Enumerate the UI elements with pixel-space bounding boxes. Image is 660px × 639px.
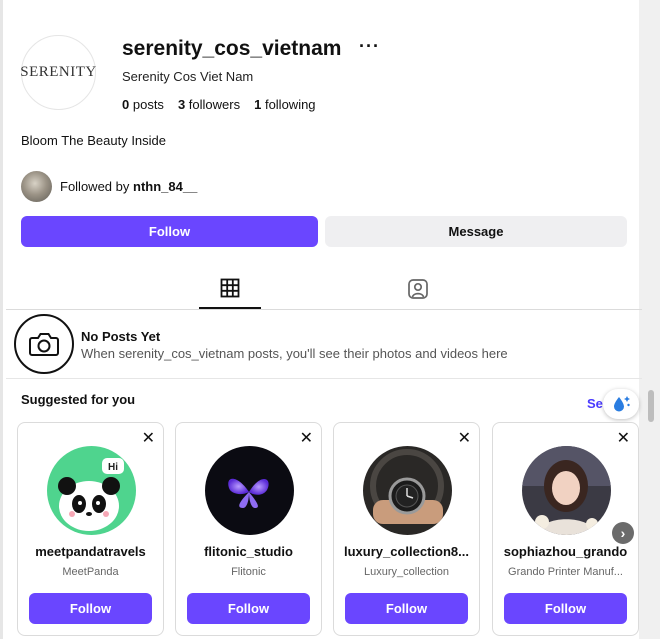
suggested-follow-button[interactable]: Follow (345, 593, 468, 624)
suggested-username[interactable]: flitonic_studio (180, 544, 317, 559)
dismiss-icon[interactable]: ✕ (300, 431, 313, 447)
suggested-follow-button[interactable]: Follow (29, 593, 152, 624)
suggested-avatar[interactable] (205, 446, 294, 535)
profile-username: serenity_cos_vietnam (122, 37, 342, 60)
profile-stats: 0 posts 3 followers 1 following (122, 97, 316, 112)
profile-bio: Bloom The Beauty Inside (21, 133, 167, 148)
followed-by[interactable]: Followed by nthn_84__ (21, 171, 197, 202)
svg-text:Hi: Hi (108, 462, 118, 473)
dismiss-icon[interactable]: ✕ (617, 431, 630, 447)
followed-by-text: Followed by nthn_84__ (60, 179, 198, 194)
suggested-username[interactable]: luxury_collection8... (338, 544, 475, 559)
posts-stat: 0 posts (122, 97, 164, 112)
suggested-subtitle: MeetPanda (62, 566, 119, 578)
avatar-logo-text: SERENITY (20, 64, 97, 80)
suggested-subtitle: Luxury_collection (364, 566, 449, 578)
portrait-icon (522, 446, 611, 535)
suggested-avatar[interactable] (522, 446, 611, 535)
more-options-icon[interactable]: ··· (359, 36, 380, 57)
chevron-right-icon[interactable]: › (612, 522, 634, 544)
suggested-subtitle: Flitonic (231, 566, 266, 578)
suggested-avatar[interactable] (363, 446, 452, 535)
followers-stat[interactable]: 3 followers (178, 97, 240, 112)
suggested-card[interactable]: ✕ flitonic_studio Flitonic Follow (175, 422, 322, 636)
ai-assistant-icon[interactable] (603, 389, 639, 419)
profile-full-name: Serenity Cos Viet Nam (122, 69, 254, 84)
suggested-title: Suggested for you (21, 392, 136, 407)
no-posts-subtitle: When serenity_cos_vietnam posts, you'll … (81, 346, 508, 361)
no-posts-title: No Posts Yet (81, 329, 161, 344)
dismiss-icon[interactable]: ✕ (142, 431, 155, 447)
suggested-subtitle: Grando Printer Manuf... (508, 566, 623, 578)
no-posts-section: No Posts Yet When serenity_cos_vietnam p… (6, 311, 642, 379)
profile-tabs (6, 268, 642, 310)
panda-icon: Hi (47, 446, 136, 535)
suggested-follow-button[interactable]: Follow (504, 593, 627, 624)
message-button[interactable]: Message (325, 216, 627, 247)
follower-avatar[interactable] (21, 171, 52, 202)
tagged-icon (408, 278, 428, 299)
suggested-card[interactable]: ✕ Hi meetpandatravels MeetPanda Follow (17, 422, 164, 636)
follow-button[interactable]: Follow (21, 216, 318, 247)
profile-page: SERENITY serenity_cos_vietnam ··· Sereni… (0, 0, 642, 639)
camera-icon (14, 314, 74, 374)
dismiss-icon[interactable]: ✕ (458, 431, 471, 447)
tab-posts[interactable] (199, 268, 261, 309)
suggested-avatar[interactable]: Hi (47, 446, 136, 535)
suggested-follow-button[interactable]: Follow (187, 593, 310, 624)
profile-avatar[interactable]: SERENITY (20, 35, 97, 110)
watch-icon (363, 446, 452, 535)
butterfly-icon (205, 446, 294, 535)
suggested-username[interactable]: meetpandatravels (22, 544, 159, 559)
following-stat[interactable]: 1 following (254, 97, 315, 112)
suggested-username[interactable]: sophiazhou_grando (497, 544, 634, 559)
suggested-card[interactable]: ✕ luxury_collection8... Luxury_collectio… (333, 422, 480, 636)
tab-tagged[interactable] (387, 268, 449, 309)
grid-icon (220, 278, 240, 297)
page-scrollbar[interactable] (648, 390, 654, 422)
